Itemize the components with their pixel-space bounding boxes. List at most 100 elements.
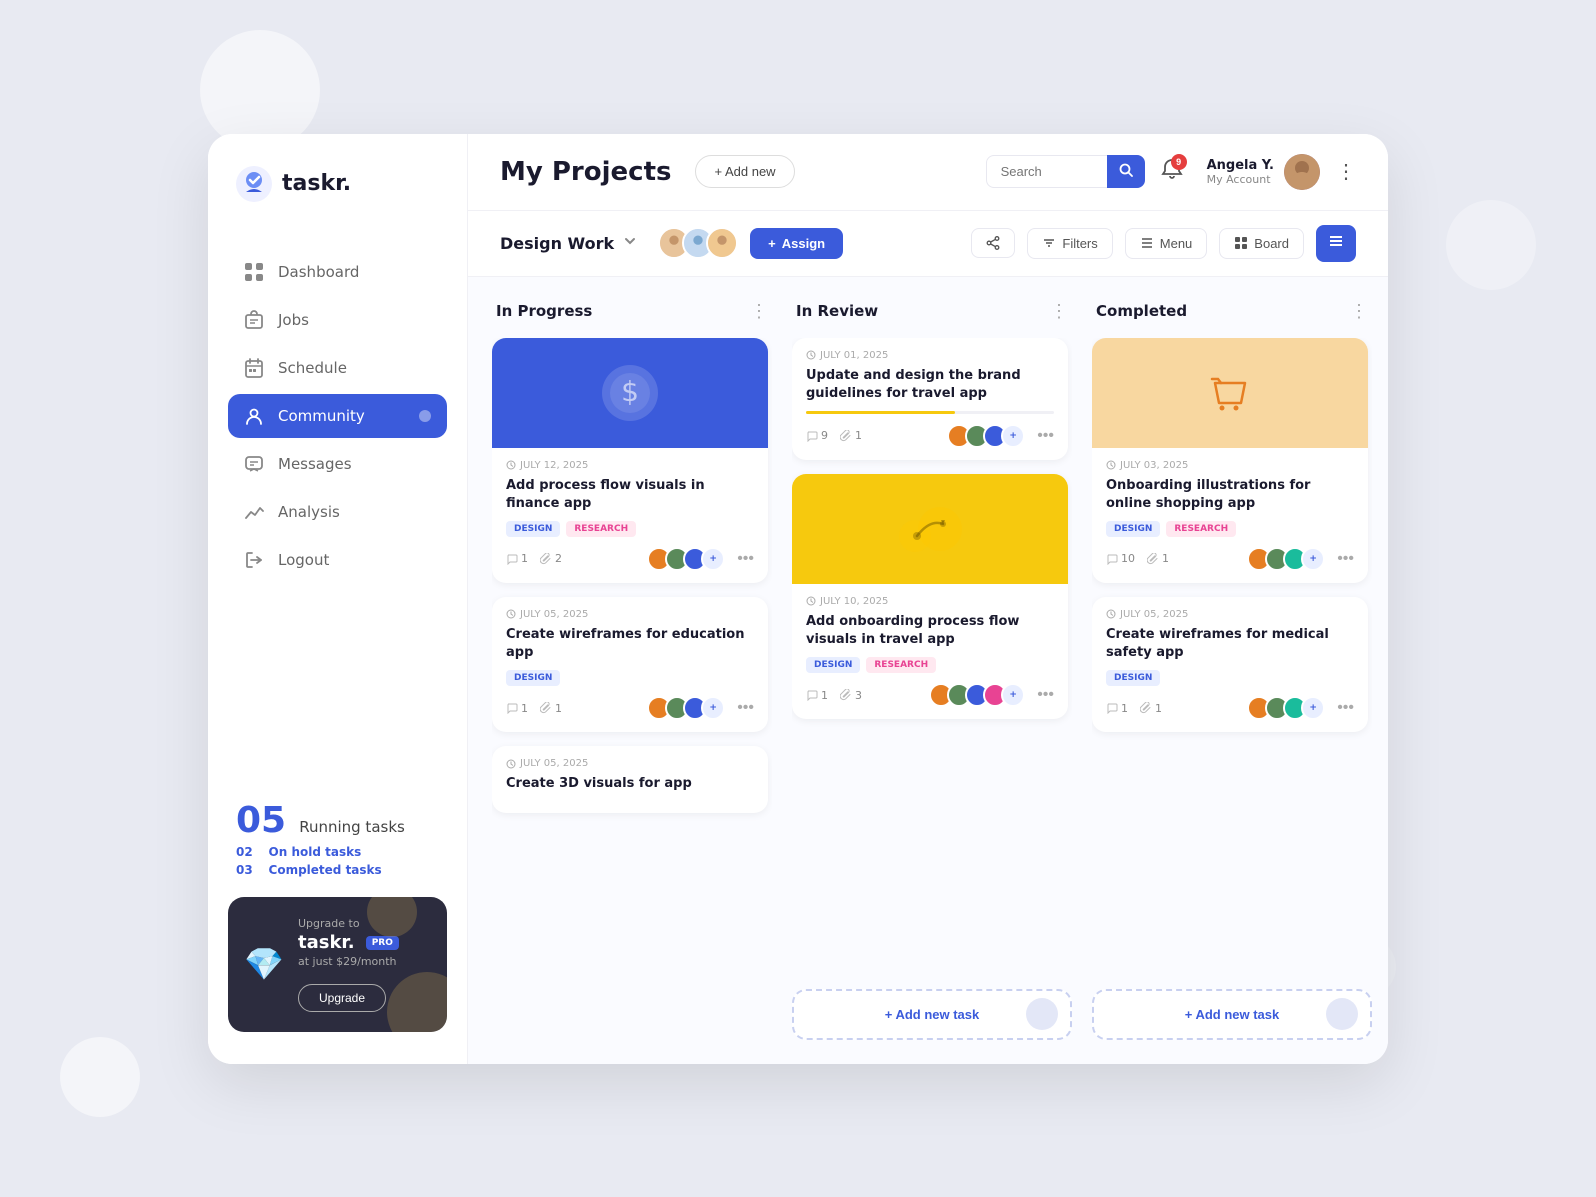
header: My Projects + Add new 9 bbox=[468, 134, 1388, 211]
kanban-board: In Progress ⋮ $ bbox=[468, 277, 1388, 1064]
column-title-completed: Completed bbox=[1096, 302, 1187, 320]
running-tasks-label: Running tasks bbox=[299, 818, 405, 836]
column-in-progress: In Progress ⋮ $ bbox=[492, 301, 772, 1040]
tag-research: Research bbox=[566, 521, 636, 537]
sidebar-item-logout[interactable]: Logout bbox=[228, 538, 447, 582]
attach-stat-edu: 1 bbox=[540, 702, 562, 715]
card-date-shopping: JULY 03, 2025 bbox=[1106, 460, 1354, 471]
sidebar-item-community[interactable]: Community bbox=[228, 394, 447, 438]
card-more-travel[interactable]: ••• bbox=[1037, 686, 1054, 704]
card-body-3d: JULY 05, 2025 Create 3D visuals for app bbox=[492, 746, 768, 813]
tag-design-travel: Design bbox=[806, 657, 860, 673]
card-3d-visuals: JULY 05, 2025 Create 3D visuals for app bbox=[492, 746, 768, 813]
card-members-education: + ••• bbox=[647, 696, 754, 720]
card-title-brand: Update and design the brand guidelines f… bbox=[806, 367, 1054, 403]
column-menu-in-progress[interactable]: ⋮ bbox=[750, 301, 768, 322]
sidebar-item-jobs[interactable]: Jobs bbox=[228, 298, 447, 342]
comment-stat-med: 1 bbox=[1106, 702, 1128, 715]
diamond-icon: 💎 bbox=[244, 945, 284, 983]
card-date-3d: JULY 05, 2025 bbox=[506, 758, 754, 769]
sidebar-item-dashboard[interactable]: Dashboard bbox=[228, 250, 447, 294]
comment-stat-travel: 1 bbox=[806, 689, 828, 702]
card-date-brand: JULY 01, 2025 bbox=[806, 350, 1054, 361]
list-view-button[interactable] bbox=[1316, 225, 1356, 262]
add-task-in-review[interactable]: + Add new task bbox=[792, 989, 1072, 1040]
notification-badge: 9 bbox=[1171, 154, 1187, 170]
card-tags-shopping: Design Research bbox=[1106, 521, 1354, 537]
menu-button[interactable]: Menu bbox=[1125, 228, 1208, 259]
tag-research-shop: Research bbox=[1166, 521, 1236, 537]
card-footer-finance: 1 2 bbox=[506, 547, 754, 571]
running-tasks-number: 05 bbox=[236, 800, 286, 841]
more-options-button[interactable]: ⋮ bbox=[1336, 159, 1356, 184]
card-members-shopping: + ••• bbox=[1247, 547, 1354, 571]
toolbar: Design Work bbox=[468, 211, 1388, 277]
card-body-brand: JULY 01, 2025 Update and design the bran… bbox=[792, 338, 1068, 460]
add-new-button[interactable]: + Add new bbox=[695, 155, 794, 188]
card-footer-shopping: 10 1 bbox=[1106, 547, 1354, 571]
card-image-travel bbox=[792, 474, 1068, 584]
community-indicator bbox=[419, 410, 431, 422]
progress-bar-brand bbox=[806, 411, 1054, 414]
card-members-brand: + ••• bbox=[947, 424, 1054, 448]
add-task-label-completed: + Add new task bbox=[1185, 1007, 1280, 1022]
add-task-completed[interactable]: + Add new task bbox=[1092, 989, 1372, 1040]
card-more-education[interactable]: ••• bbox=[737, 699, 754, 717]
member-more-med: + bbox=[1301, 696, 1325, 720]
column-menu-completed[interactable]: ⋮ bbox=[1350, 301, 1368, 322]
add-task-label-review: + Add new task bbox=[885, 1007, 980, 1022]
member-list-brand: + bbox=[947, 424, 1025, 448]
analysis-label: Analysis bbox=[278, 503, 340, 521]
in-review-cards: JULY 01, 2025 Update and design the bran… bbox=[792, 338, 1072, 975]
comment-stat: 1 bbox=[506, 552, 528, 565]
member-more-shop: + bbox=[1301, 547, 1325, 571]
card-title-3d: Create 3D visuals for app bbox=[506, 775, 754, 793]
column-in-review: In Review ⋮ JULY 01, 2025 Update and des… bbox=[792, 301, 1072, 1040]
jobs-label: Jobs bbox=[278, 311, 309, 329]
sidebar-item-schedule[interactable]: Schedule bbox=[228, 346, 447, 390]
logout-icon bbox=[244, 550, 264, 570]
filters-button[interactable]: Filters bbox=[1027, 228, 1112, 259]
card-stats-medical: 1 1 bbox=[1106, 702, 1162, 715]
card-members-medical: + ••• bbox=[1247, 696, 1354, 720]
assign-button[interactable]: + Assign bbox=[750, 228, 843, 259]
card-more-finance[interactable]: ••• bbox=[737, 550, 754, 568]
comment-stat-edu: 1 bbox=[506, 702, 528, 715]
sidebar-item-analysis[interactable]: Analysis bbox=[228, 490, 447, 534]
card-stats-travel: 1 3 bbox=[806, 689, 862, 702]
column-menu-in-review[interactable]: ⋮ bbox=[1050, 301, 1068, 322]
in-progress-cards: $ JULY 12, 2025 Add process flow visuals… bbox=[492, 338, 772, 1040]
notification-button[interactable]: 9 bbox=[1161, 158, 1183, 186]
card-stats-brand: 9 1 bbox=[806, 429, 862, 442]
card-more-medical[interactable]: ••• bbox=[1337, 699, 1354, 717]
search-button[interactable] bbox=[1107, 155, 1145, 188]
user-role: My Account bbox=[1207, 173, 1274, 186]
dashboard-icon bbox=[244, 262, 264, 282]
tag-design-med: Design bbox=[1106, 670, 1160, 686]
member-list-med: + bbox=[1247, 696, 1325, 720]
card-date-education: JULY 05, 2025 bbox=[506, 609, 754, 620]
filters-label: Filters bbox=[1062, 236, 1097, 251]
card-footer-travel: 1 3 bbox=[806, 683, 1054, 707]
card-footer-education: 1 1 bbox=[506, 696, 754, 720]
svg-text:$: $ bbox=[621, 375, 639, 408]
project-selector[interactable]: Design Work bbox=[500, 233, 638, 253]
chevron-down-icon bbox=[622, 233, 638, 253]
project-members bbox=[658, 227, 738, 259]
column-completed: Completed ⋮ bbox=[1092, 301, 1372, 1040]
member-more-brand: + bbox=[1001, 424, 1025, 448]
sidebar-item-messages[interactable]: Messages bbox=[228, 442, 447, 486]
board-button[interactable]: Board bbox=[1219, 228, 1304, 259]
column-header-in-progress: In Progress ⋮ bbox=[492, 301, 772, 322]
progress-fill-brand bbox=[806, 411, 955, 414]
share-button[interactable] bbox=[971, 228, 1015, 258]
pro-badge: PRO bbox=[366, 936, 399, 950]
card-more-shop[interactable]: ••• bbox=[1337, 550, 1354, 568]
card-tags-medical: Design bbox=[1106, 670, 1354, 686]
tag-design: Design bbox=[506, 521, 560, 537]
logo-text: taskr. bbox=[282, 171, 351, 196]
card-more-brand[interactable]: ••• bbox=[1037, 427, 1054, 445]
schedule-icon bbox=[244, 358, 264, 378]
add-task-circle-completed bbox=[1326, 998, 1358, 1030]
upgrade-button[interactable]: Upgrade bbox=[298, 984, 386, 1012]
